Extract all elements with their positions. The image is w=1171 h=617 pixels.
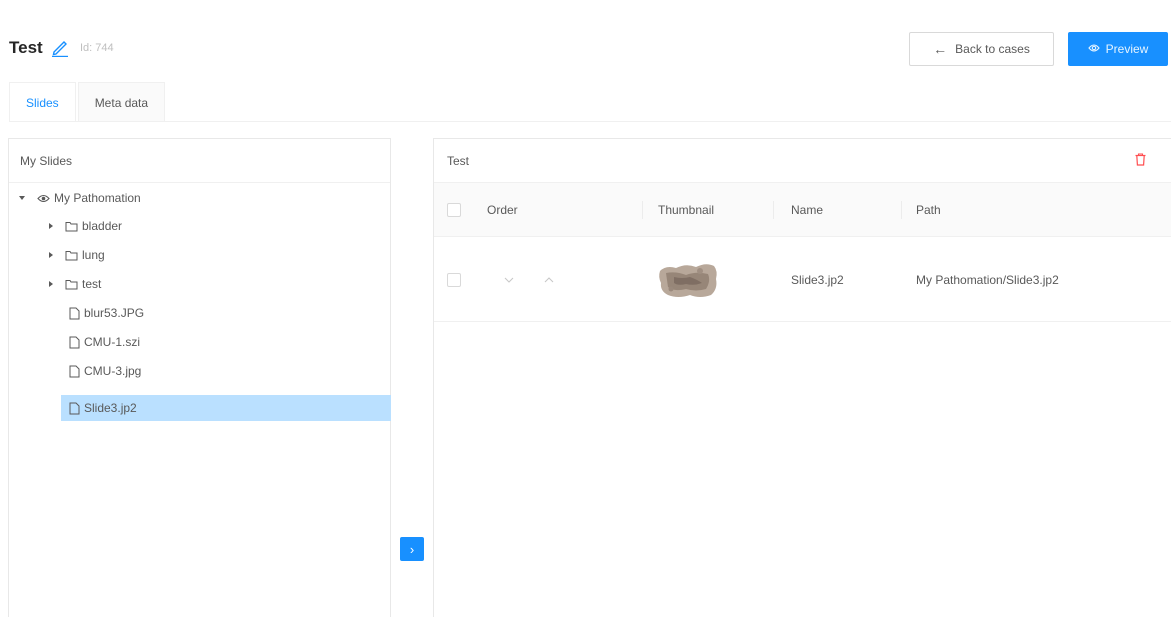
tree-node-blur53[interactable]: blur53.JPG [69,300,144,326]
folder-icon [65,250,78,260]
preview-button[interactable]: Preview [1068,32,1168,66]
page-header: Test Id: 744 ← Back to cases Preview [0,0,1171,80]
chevron-up-icon [544,277,554,283]
file-icon [69,336,80,348]
tree-node-cmu-1[interactable]: CMU-1.szi [69,329,140,355]
caret-right-icon[interactable] [49,281,53,287]
column-divider [773,201,774,219]
slide-name: Slide3.jp2 [791,273,844,287]
slide-thumbnail [656,238,720,322]
slide-path: My Pathomation/Slide3.jp2 [916,273,1059,287]
tree-node-my-pathomation[interactable]: My Pathomation [19,185,141,211]
table-row[interactable]: Slide3.jp2 My Pathomation/Slide3.jp2 [434,238,1171,322]
column-path: Path [916,203,941,217]
tab-slides[interactable]: Slides [9,82,76,122]
case-title: Test [9,38,43,57]
column-thumbnail: Thumbnail [658,203,715,217]
tree-node-label: bladder [82,219,123,233]
column-name: Name [791,203,824,217]
tree-node-label: My Pathomation [54,191,141,205]
folder-icon [65,221,78,231]
tree-node-label: CMU-1.szi [84,335,140,349]
eye-icon [1087,42,1100,56]
arrow-left-icon: ← [933,41,948,57]
tree-node-slide3[interactable]: Slide3.jp2 [61,395,391,421]
folder-icon [65,279,78,289]
caret-right-icon[interactable] [49,252,53,258]
tree-node-label: blur53.JPG [84,306,145,320]
tree-node-lung[interactable]: lung [49,242,105,268]
move-down-button[interactable] [504,238,514,322]
move-up-button[interactable] [544,238,554,322]
transfer-right-button[interactable]: › [400,537,424,561]
tree-node-label: CMU-3.jpg [84,364,142,378]
tab-divider [9,121,1171,122]
case-slides-header: Test [434,139,1171,183]
my-slides-title: My Slides [9,139,390,183]
file-icon [69,402,80,414]
tree-node-bladder[interactable]: bladder [49,213,122,239]
case-id-label: Id: 744 [80,42,114,54]
case-slides-panel: Test Order Thumbnail Name Path Slide3.jp… [433,138,1171,617]
tab-bar: Slides Meta data [9,82,167,122]
slides-table-header: Order Thumbnail Name Path [434,183,1171,237]
tree-node-label: test [82,277,102,291]
eye-icon [37,194,50,202]
tree-node-cmu-3[interactable]: CMU-3.jpg [69,358,141,384]
pencil-icon[interactable] [51,37,69,58]
tree-node-label: lung [82,248,105,262]
caret-right-icon[interactable] [49,223,53,229]
column-order: Order [487,203,518,217]
case-slides-title: Test [447,153,470,168]
file-icon [69,307,80,319]
trash-icon[interactable] [1135,153,1146,169]
chevron-down-icon [504,277,514,283]
preview-label: Preview [1105,42,1149,56]
tree-node-label: Slide3.jp2 [84,401,137,415]
back-to-cases-label: Back to cases [955,42,1030,56]
column-divider [901,201,902,219]
caret-down-icon[interactable] [19,196,25,200]
tab-meta-data[interactable]: Meta data [77,82,166,122]
column-divider [642,201,643,219]
my-slides-panel: My Slides My Pathomation bladder lung te… [8,138,391,617]
row-checkbox[interactable] [447,238,461,322]
select-all-checkbox[interactable] [447,183,461,237]
file-icon [69,365,80,377]
tree-node-test[interactable]: test [49,271,101,297]
back-to-cases-button[interactable]: ← Back to cases [909,32,1054,66]
